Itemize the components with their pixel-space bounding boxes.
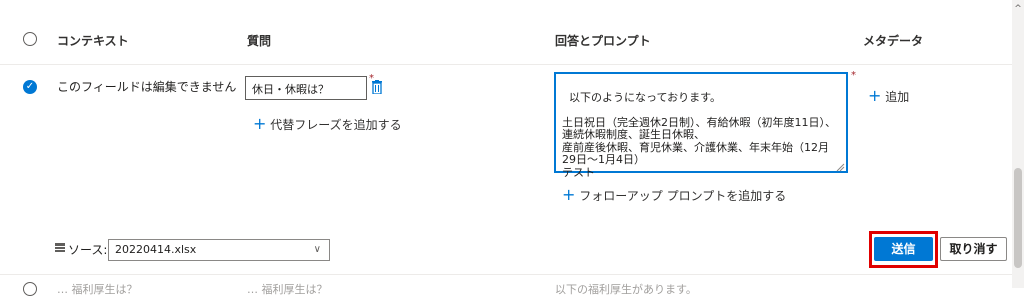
header-metadata[interactable]: メタデータ	[863, 32, 923, 49]
plus-icon: +	[868, 86, 882, 105]
answer-text: 以下のようになっております。 土日祝日（完全週休2日制）、有給休暇（初年度11日…	[562, 90, 836, 179]
row-selected-checkbox[interactable]: ✓	[23, 80, 37, 94]
cancel-button[interactable]: 取り消す	[940, 237, 1007, 261]
answer-textarea[interactable]: 以下のようになっております。 土日祝日（完全週休2日制）、有給休暇（初年度11日…	[554, 72, 848, 178]
submit-button[interactable]: 送信	[874, 237, 933, 261]
header-question[interactable]: 質問	[247, 32, 271, 49]
answer-required-mark: *	[851, 70, 856, 81]
header-context[interactable]: コンテキスト	[57, 32, 129, 49]
header-answer[interactable]: 回答とプロンプト	[555, 32, 651, 49]
row-divider	[0, 274, 1012, 275]
context-text: このフィールドは編集できません	[57, 80, 237, 94]
add-alt-phrase-button[interactable]: + 代替フレーズを追加する	[253, 114, 402, 133]
select-all-radio[interactable]	[23, 32, 37, 46]
add-followup-button[interactable]: + フォローアップ プロンプトを追加する	[562, 185, 786, 204]
chevron-down-icon: ∨	[313, 244, 321, 255]
next-row-context: … 福利厚生は？	[57, 283, 138, 296]
next-row-answer: 以下の福利厚生があります。	[555, 283, 697, 296]
next-row-radio[interactable]	[23, 282, 37, 296]
scrollbar-thumb[interactable]	[1014, 168, 1022, 268]
source-value: 20220414.xlsx	[115, 243, 197, 256]
source-label: ソース:	[68, 243, 108, 257]
header-divider	[0, 64, 1012, 65]
source-select[interactable]: 20220414.xlsx ∨	[108, 239, 330, 261]
plus-icon: +	[562, 185, 576, 204]
trash-icon[interactable]	[372, 80, 382, 95]
database-icon	[55, 242, 65, 252]
plus-icon: +	[253, 114, 267, 133]
add-metadata-button[interactable]: + 追加	[868, 86, 909, 105]
next-row-question: … 福利厚生は？	[247, 283, 328, 296]
chevron-up-icon[interactable]: ^	[1013, 4, 1023, 14]
question-input[interactable]: 休日・休暇は？	[245, 76, 367, 100]
question-value: 休日・休暇は？	[252, 83, 329, 96]
resize-handle[interactable]	[836, 161, 845, 172]
